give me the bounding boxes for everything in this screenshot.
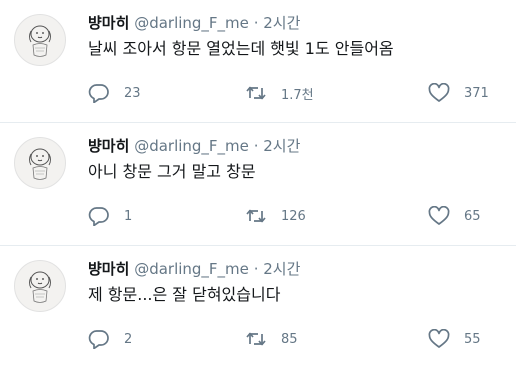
reply-count: 2 bbox=[124, 331, 133, 347]
like-count: 371 bbox=[464, 85, 489, 101]
timestamp[interactable]: 2시간 bbox=[263, 137, 300, 155]
tweet-header: 뱡마히 @darling_F_me · 2시간 bbox=[88, 259, 300, 279]
user-handle[interactable]: @darling_F_me bbox=[134, 260, 249, 278]
like-button[interactable]: 371 bbox=[428, 83, 489, 103]
like-button[interactable]: 65 bbox=[428, 206, 481, 226]
retweet-icon bbox=[246, 209, 266, 223]
user-handle[interactable]: @darling_F_me bbox=[134, 14, 249, 32]
avatar[interactable] bbox=[14, 137, 66, 189]
heart-icon bbox=[428, 83, 450, 102]
separator-dot: · bbox=[253, 260, 259, 278]
reply-count: 23 bbox=[124, 85, 141, 101]
separator-dot: · bbox=[253, 14, 259, 32]
retweet-button[interactable]: 85 bbox=[245, 329, 298, 349]
tweet-actions: 2 85 55 bbox=[88, 329, 488, 349]
retweet-count: 126 bbox=[281, 208, 306, 224]
retweet-icon bbox=[246, 86, 266, 100]
display-name[interactable]: 뱡마히 bbox=[88, 14, 129, 32]
reply-icon bbox=[88, 207, 109, 226]
dog-avatar-icon bbox=[29, 148, 51, 180]
retweet-icon bbox=[246, 332, 266, 346]
tweet-actions: 1 126 65 bbox=[88, 206, 488, 226]
tweet[interactable]: 뱡마히 @darling_F_me · 2시간 제 항문...은 잘 닫혀있습니… bbox=[0, 246, 516, 369]
avatar[interactable] bbox=[14, 14, 66, 66]
heart-icon bbox=[428, 206, 450, 225]
retweet-count: 85 bbox=[281, 331, 298, 347]
reply-button[interactable]: 2 bbox=[88, 329, 132, 349]
heart-icon bbox=[428, 329, 450, 348]
user-handle[interactable]: @darling_F_me bbox=[134, 137, 249, 155]
display-name[interactable]: 뱡마히 bbox=[88, 260, 129, 278]
tweet-text: 제 항문...은 잘 닫혀있습니다 bbox=[88, 285, 281, 304]
reply-button[interactable]: 23 bbox=[88, 83, 141, 103]
like-count: 65 bbox=[464, 208, 481, 224]
retweet-button[interactable]: 1.7천 bbox=[245, 83, 314, 103]
retweet-button[interactable]: 126 bbox=[245, 206, 306, 226]
avatar[interactable] bbox=[14, 260, 66, 312]
retweet-count: 1.7천 bbox=[281, 87, 314, 103]
like-count: 55 bbox=[464, 331, 481, 347]
tweet-text: 아니 창문 그거 말고 창문 bbox=[88, 162, 256, 181]
timestamp[interactable]: 2시간 bbox=[263, 14, 300, 32]
dog-avatar-icon bbox=[29, 271, 51, 303]
tweet-header: 뱡마히 @darling_F_me · 2시간 bbox=[88, 13, 300, 33]
tweet[interactable]: 뱡마히 @darling_F_me · 2시간 날씨 조아서 항문 열었는데 햇… bbox=[0, 0, 516, 123]
reply-button[interactable]: 1 bbox=[88, 206, 132, 226]
like-button[interactable]: 55 bbox=[428, 329, 481, 349]
tweet-timeline: 뱡마히 @darling_F_me · 2시간 날씨 조아서 항문 열었는데 햇… bbox=[0, 0, 516, 369]
tweet[interactable]: 뱡마히 @darling_F_me · 2시간 아니 창문 그거 말고 창문 1 bbox=[0, 123, 516, 246]
tweet-actions: 23 1.7천 371 bbox=[88, 83, 489, 103]
timestamp[interactable]: 2시간 bbox=[263, 260, 300, 278]
reply-icon bbox=[88, 84, 109, 103]
tweet-header: 뱡마히 @darling_F_me · 2시간 bbox=[88, 136, 300, 156]
dog-avatar-icon bbox=[29, 25, 51, 57]
tweet-text: 날씨 조아서 항문 열었는데 햇빛 1도 안들어옴 bbox=[88, 39, 394, 58]
separator-dot: · bbox=[253, 137, 259, 155]
reply-icon bbox=[88, 330, 109, 349]
display-name[interactable]: 뱡마히 bbox=[88, 137, 129, 155]
reply-count: 1 bbox=[124, 208, 133, 224]
